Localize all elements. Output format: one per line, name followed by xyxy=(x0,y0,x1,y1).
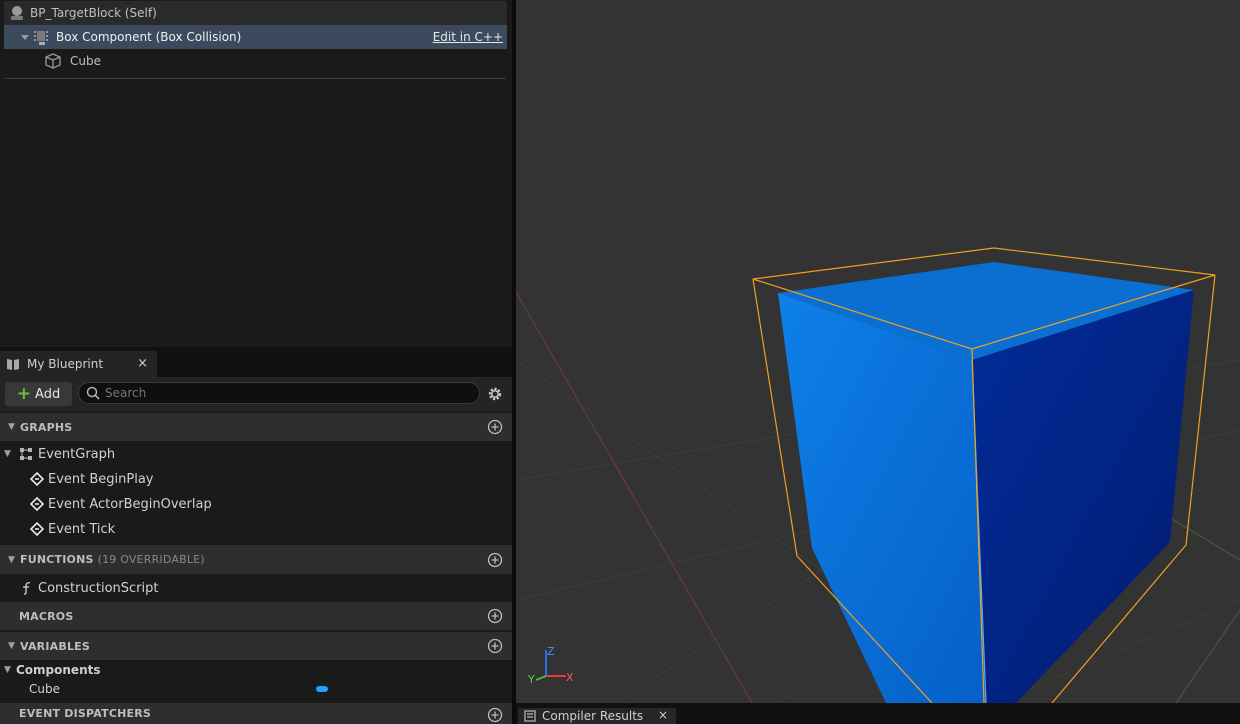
compiler-results-icon xyxy=(524,710,536,722)
collapse-arrow-icon: ▼ xyxy=(8,422,16,432)
section-graphs[interactable]: ▼ GRAPHS xyxy=(0,413,512,441)
collapse-arrow-icon: ▼ xyxy=(8,641,16,651)
function-icon xyxy=(23,582,31,595)
event-graph-item[interactable]: ▼ EventGraph xyxy=(0,442,512,466)
function-item[interactable]: ConstructionScript xyxy=(0,576,512,600)
section-variables-title: VARIABLES xyxy=(20,639,90,653)
gear-icon[interactable] xyxy=(486,385,504,403)
section-event-dispatchers[interactable]: EVENT DISPATCHERS xyxy=(0,703,512,724)
add-event-dispatcher-icon[interactable] xyxy=(487,707,503,723)
event-node-icon xyxy=(30,497,44,511)
my-blueprint-tabbar: My Blueprint × xyxy=(0,347,512,377)
section-event-dispatchers-title: EVENT DISPATCHERS xyxy=(19,707,152,720)
tree-item-box-component[interactable]: Box Component (Box Collision) Edit in C+… xyxy=(4,25,507,49)
plus-icon: + xyxy=(16,383,32,404)
tree-divider xyxy=(5,78,506,79)
tab-compiler-results-label: Compiler Results xyxy=(542,709,644,723)
tree-item-box-label: Box Component (Box Collision) xyxy=(56,30,242,44)
section-macros-title: MACROS xyxy=(19,609,74,623)
variable-category-components[interactable]: ▼ Components xyxy=(0,661,512,679)
add-function-icon[interactable] xyxy=(487,552,503,568)
section-variables[interactable]: ▼ VARIABLES xyxy=(0,632,512,660)
add-variable-icon[interactable] xyxy=(487,638,503,654)
add-macro-icon[interactable] xyxy=(487,608,503,624)
box-collision-icon xyxy=(34,31,48,45)
event-node-icon xyxy=(30,472,44,486)
event-item[interactable]: Event ActorBeginOverlap xyxy=(0,492,512,516)
event-label: Event ActorBeginOverlap xyxy=(48,496,212,512)
actor-icon xyxy=(11,6,23,20)
close-icon[interactable]: × xyxy=(658,708,668,722)
tree-item-self-label: BP_TargetBlock (Self) xyxy=(30,6,157,20)
close-icon[interactable]: × xyxy=(137,356,148,371)
variable-label: Cube xyxy=(29,682,60,696)
tree-item-cube-label: Cube xyxy=(70,54,101,68)
collapse-arrow-icon: ▼ xyxy=(8,554,16,565)
variable-category-label: Components xyxy=(16,663,101,677)
add-button[interactable]: + Add xyxy=(5,382,72,406)
collapse-arrow-icon: ▼ xyxy=(4,665,11,675)
tree-item-self[interactable]: BP_TargetBlock (Self) xyxy=(4,1,507,25)
search-icon xyxy=(86,386,100,400)
event-graph-icon xyxy=(20,448,32,460)
add-button-label: Add xyxy=(35,386,61,402)
components-tree: BP_TargetBlock (Self) Box Component (Box… xyxy=(0,0,512,347)
axis-label-y: Y xyxy=(527,673,535,686)
event-node-icon xyxy=(30,522,44,536)
function-label: ConstructionScript xyxy=(38,580,159,596)
tree-item-cube[interactable]: Cube xyxy=(4,49,507,73)
axis-label-x: X xyxy=(566,671,574,684)
tab-my-blueprint-label: My Blueprint xyxy=(27,357,104,371)
section-functions-title: FUNCTIONS xyxy=(20,553,94,566)
section-graphs-title: GRAPHS xyxy=(20,420,73,434)
section-functions[interactable]: ▼ FUNCTIONS (19 OVERRIDABLE) xyxy=(0,545,512,574)
left-panel: BP_TargetBlock (Self) Box Component (Box… xyxy=(0,0,512,724)
section-macros[interactable]: MACROS xyxy=(0,602,512,630)
add-graph-icon[interactable] xyxy=(487,419,503,435)
collapse-arrow-icon[interactable] xyxy=(20,32,30,42)
viewport[interactable]: Z X Y xyxy=(516,0,1240,703)
my-blueprint-toolbar: + Add xyxy=(0,377,512,411)
variable-type-pill xyxy=(316,686,328,692)
event-label: Event BeginPlay xyxy=(48,471,154,487)
static-mesh-icon xyxy=(45,53,61,69)
axis-label-z: Z xyxy=(547,645,555,658)
tab-compiler-results[interactable]: Compiler Results × xyxy=(518,708,676,724)
viewport-scene: Z X Y xyxy=(516,0,1240,703)
tab-my-blueprint[interactable]: My Blueprint × xyxy=(0,351,157,377)
event-item[interactable]: Event BeginPlay xyxy=(0,467,512,491)
bottom-tabbar: Compiler Results × xyxy=(516,703,1240,724)
search-input[interactable] xyxy=(78,382,480,404)
event-label: Event Tick xyxy=(48,521,116,537)
event-item[interactable]: Event Tick xyxy=(0,517,512,541)
section-functions-subtitle: (19 OVERRIDABLE) xyxy=(97,553,205,566)
collapse-arrow-icon: ▼ xyxy=(4,449,11,459)
variable-item-cube[interactable]: Cube xyxy=(0,680,512,698)
edit-in-cpp-link[interactable]: Edit in C++ xyxy=(433,30,503,44)
blueprint-book-icon xyxy=(7,359,19,370)
event-graph-label: EventGraph xyxy=(38,446,116,462)
